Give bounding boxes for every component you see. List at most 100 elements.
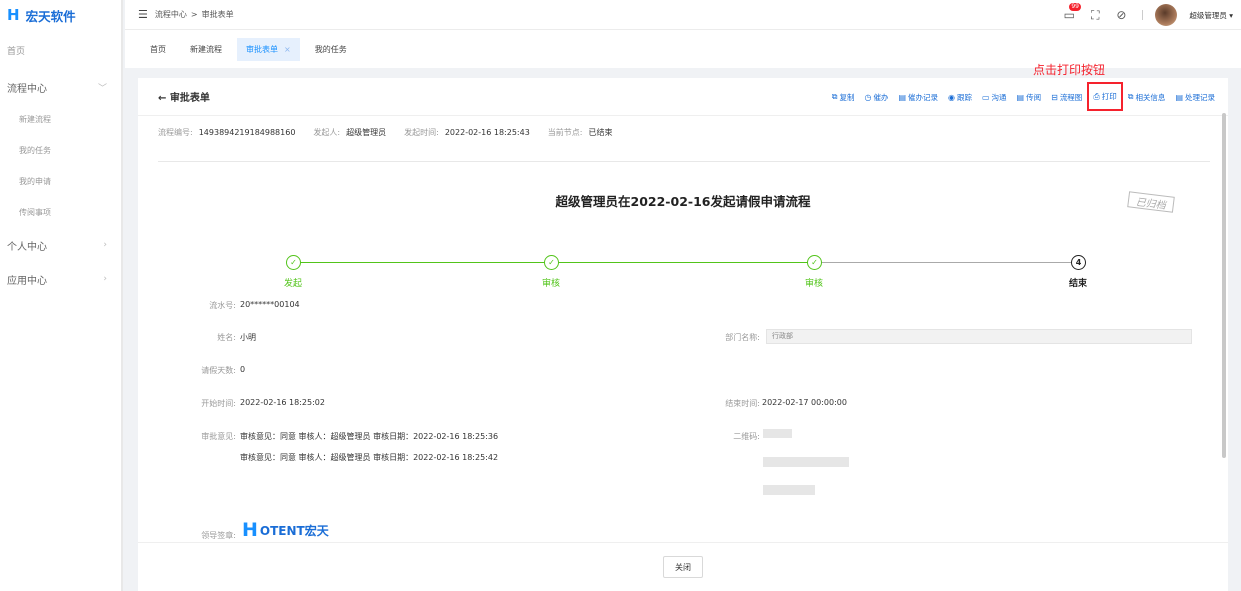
- sidebar-item-label: 首页: [7, 46, 26, 57]
- process-number: 流程编号: 1493894219184988160: [158, 127, 295, 138]
- caret-down-icon: ▾: [1229, 10, 1233, 20]
- avatar[interactable]: [1155, 4, 1178, 26]
- urge-button[interactable]: ◷ 催办: [859, 87, 893, 107]
- sidebar-item-label: 个人中心: [7, 241, 47, 253]
- card-footer: 关闭: [138, 542, 1228, 591]
- breadcrumb: ☰ 流程中心 > 审批表单: [138, 8, 234, 21]
- scrollbar[interactable]: [1222, 113, 1226, 458]
- meta-value: 已结束: [588, 128, 613, 137]
- name-label: 姓名:: [217, 333, 236, 342]
- sidebar-item-app-center[interactable]: 应用中心 ›: [0, 262, 121, 296]
- process-meta: 流程编号: 1493894219184988160 发起人: 超级管理员 发起时间:…: [158, 127, 613, 138]
- close-button[interactable]: 关闭: [663, 556, 703, 578]
- top-right-tools: ▭ 99 ⛶ ⊘ 超级管理员 ▾: [1062, 0, 1241, 30]
- serial-value: 20******00104: [240, 300, 300, 309]
- serial-label: 流水号:: [209, 301, 236, 310]
- process-steps: ✓ 发起 ✓ 审核 ✓ 审核 4 结束: [284, 255, 1088, 289]
- flowchart-button[interactable]: ⊟ 流程图: [1046, 87, 1087, 107]
- info-icon: ⧉: [1127, 92, 1134, 101]
- days-label: 请假天数:: [201, 366, 236, 375]
- step-check-icon: ✓: [544, 255, 559, 270]
- sidebar-subitem-label: 传阅事项: [19, 208, 51, 217]
- card-header: ← 审批表单 ⧉ 复制 ◷ 催办 ▤ 催办记录 ◉ 跟踪 ▭ 沟通 ▤ 传阅 ⊟ 流程图 ⎙ 打…: [138, 78, 1228, 116]
- button-label: 流程图: [1059, 92, 1083, 102]
- sidebar-subitem-my-applications[interactable]: 我的申请: [0, 166, 121, 197]
- related-info-button[interactable]: ⧉ 相关信息: [1123, 87, 1171, 107]
- step-number-icon: 4: [1071, 255, 1086, 270]
- button-label: 沟通: [991, 92, 1007, 102]
- button-label: 催办: [873, 92, 889, 102]
- leader-signature: H OTENT宏天: [242, 519, 329, 541]
- qrcode-label: 二维码:: [733, 432, 760, 441]
- fullscreen-icon[interactable]: ⛶: [1088, 8, 1102, 22]
- signature-text: OTENT宏天: [259, 523, 329, 538]
- action-toolbar: ⧉ 复制 ◷ 催办 ▤ 催办记录 ◉ 跟踪 ▭ 沟通 ▤ 传阅 ⊟ 流程图 ⎙ 打印 ⧉ 相关信息…: [827, 82, 1220, 111]
- track-button[interactable]: ◉ 跟踪: [943, 87, 977, 107]
- divider: [158, 161, 1210, 162]
- meta-label: 发起时间:: [404, 128, 439, 137]
- copy-icon: ⧉: [831, 92, 838, 101]
- copy-button[interactable]: ⧉ 复制: [827, 87, 860, 107]
- urge-record-button[interactable]: ▤ 催办记录: [893, 87, 943, 107]
- button-label: 跟踪: [956, 92, 972, 102]
- sidebar: H 宏天软件 首页 流程中心 ﹀ 新建流程 我的任务 我的申请 传阅事项 个人中…: [0, 0, 123, 591]
- logo[interactable]: H 宏天软件: [0, 0, 121, 30]
- days-value: 0: [240, 365, 246, 374]
- top-bar: ☰ 流程中心 > 审批表单 ▭ 99 ⛶ ⊘ 超级管理员 ▾: [125, 0, 1241, 30]
- tab-label: 首页: [150, 44, 166, 54]
- start-time-value: 2022-02-16 18:25:02: [240, 398, 325, 407]
- circulate-button[interactable]: ▤ 传阅: [1012, 87, 1047, 107]
- communicate-button[interactable]: ▭ 沟通: [977, 87, 1012, 107]
- tab-my-tasks[interactable]: 我的任务: [306, 38, 356, 61]
- alarm-icon: ◷: [864, 92, 872, 102]
- qrcode-image: [763, 429, 792, 438]
- sidebar-subitem-new-process[interactable]: 新建流程: [0, 104, 121, 135]
- sidebar-subitem-label: 我的申请: [19, 177, 51, 186]
- chevron-right-icon: ›: [103, 274, 107, 284]
- step-check-icon: ✓: [286, 255, 301, 270]
- start-time: 发起时间: 2022-02-16 18:25:43: [404, 127, 530, 138]
- button-label: 复制: [839, 92, 855, 102]
- sidebar-subitem-my-tasks[interactable]: 我的任务: [0, 135, 121, 166]
- print-button[interactable]: ⎙ 打印: [1087, 82, 1123, 111]
- chevron-down-icon: ﹀: [97, 83, 107, 94]
- breadcrumb-item[interactable]: 流程中心: [155, 9, 187, 20]
- menu-toggle-icon[interactable]: ☰: [138, 8, 148, 21]
- flowchart-icon: ⊟: [1051, 92, 1058, 102]
- handle-record-button[interactable]: ▤ 处理记录: [1170, 87, 1220, 107]
- meta-value: 2022-02-16 18:25:43: [444, 128, 530, 137]
- sidebar-item-home[interactable]: 首页: [0, 30, 121, 70]
- history-icon: ▤: [1175, 92, 1183, 102]
- opinion-line: 审核意见：同意 审核人：超级管理员 审核日期：2022-02-16 18:25:…: [240, 432, 499, 441]
- meta-label: 流程编号:: [158, 128, 193, 137]
- sidebar-subitem-circulation[interactable]: 传阅事项: [0, 197, 121, 228]
- print-callout: 点击打印按钮: [1033, 63, 1106, 77]
- end-time-value: 2022-02-17 00:00:00: [762, 398, 847, 407]
- sidebar-item-label: 应用中心: [7, 275, 47, 287]
- button-label: 打印: [1101, 92, 1117, 101]
- sidebar-item-personal-center[interactable]: 个人中心 ›: [0, 228, 121, 262]
- signature-logo-icon: H: [242, 518, 258, 541]
- button-label: 处理记录: [1185, 92, 1215, 102]
- print-icon: ⎙: [1093, 91, 1100, 101]
- user-name: 超级管理员: [1189, 10, 1227, 20]
- user-menu[interactable]: 超级管理员 ▾: [1189, 10, 1233, 21]
- breadcrumb-separator: >: [190, 10, 198, 19]
- start-time-label: 开始时间:: [201, 399, 236, 408]
- divider: [1142, 10, 1144, 20]
- sidebar-item-process-center[interactable]: 流程中心 ﹀: [0, 70, 121, 104]
- close-icon[interactable]: ×: [284, 45, 291, 54]
- step-check-icon: ✓: [807, 255, 822, 270]
- tab-label: 审批表单: [246, 44, 278, 54]
- step-label: 结束: [1068, 279, 1088, 289]
- track-icon: ◉: [948, 92, 955, 102]
- back-button[interactable]: ← 审批表单: [158, 89, 210, 104]
- approval-form-card: ← 审批表单 ⧉ 复制 ◷ 催办 ▤ 催办记录 ◉ 跟踪 ▭ 沟通 ▤ 传阅 ⊟ 流程图 ⎙ 打…: [138, 78, 1228, 591]
- tab-home[interactable]: 首页: [141, 38, 175, 61]
- brand-logo-icon: H: [7, 6, 20, 24]
- tab-approval-form[interactable]: 审批表单 ×: [237, 37, 300, 61]
- tab-new-process[interactable]: 新建流程: [181, 38, 231, 61]
- message-icon[interactable]: ▭ 99: [1062, 3, 1081, 22]
- theme-icon[interactable]: ⊘: [1114, 8, 1128, 22]
- dept-field[interactable]: 行政部: [766, 329, 1192, 344]
